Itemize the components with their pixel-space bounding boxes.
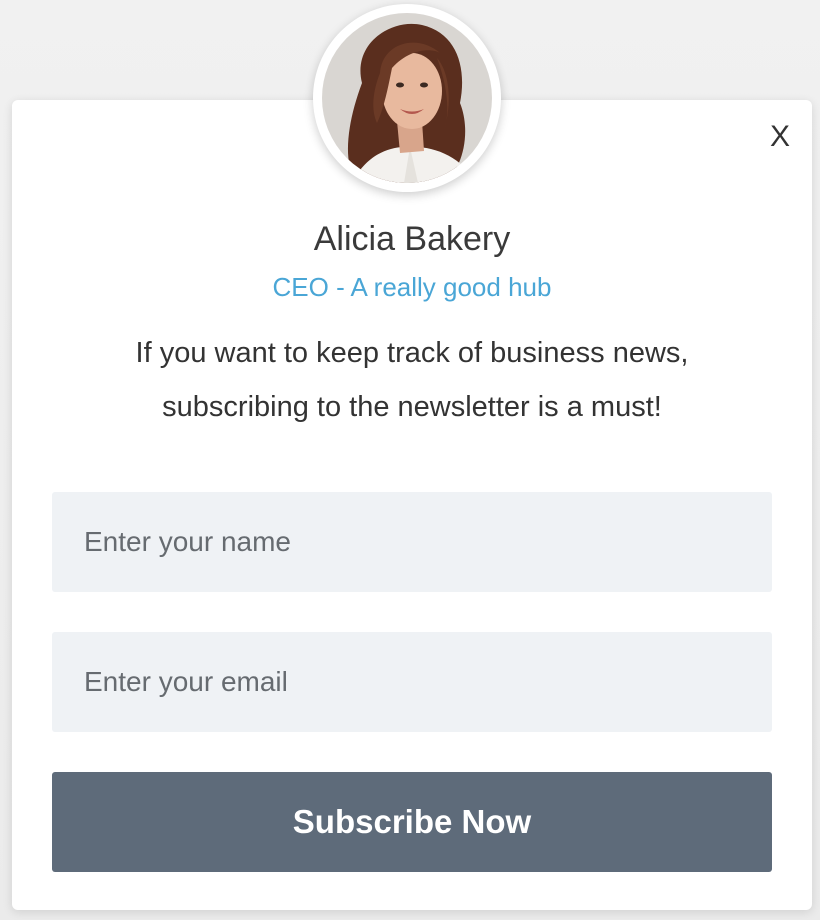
popup-message: If you want to keep track of business ne… — [92, 326, 732, 434]
newsletter-popup: X Alicia Bakery CEO - A really good hub … — [12, 100, 812, 910]
person-role: CEO - A really good hub — [272, 272, 552, 302]
avatar-photo — [322, 13, 492, 183]
avatar — [313, 4, 501, 192]
email-input[interactable] — [52, 632, 772, 732]
person-name: Alicia Bakery — [313, 220, 511, 258]
page-backdrop: X Alicia Bakery CEO - A really good hub … — [0, 0, 820, 920]
name-input[interactable] — [52, 492, 772, 592]
message-line-1: If you want to keep track of business ne… — [135, 337, 689, 369]
close-icon[interactable]: X — [770, 122, 790, 152]
subscribe-button[interactable]: Subscribe Now — [52, 772, 772, 872]
message-line-2: subscribing to the newsletter is a must! — [162, 391, 662, 423]
